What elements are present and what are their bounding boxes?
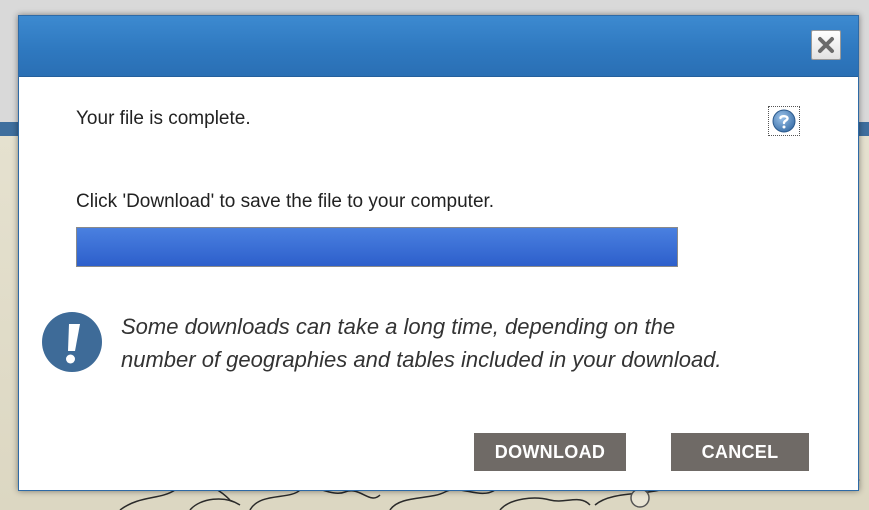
download-dialog: Your file is complete. Click 'Download' … [18, 15, 859, 491]
close-button[interactable] [811, 30, 841, 60]
cancel-button[interactable]: CANCEL [671, 433, 809, 471]
close-x-icon [818, 37, 834, 53]
progress-bar [76, 227, 678, 267]
status-message: Your file is complete. [76, 108, 251, 129]
download-button[interactable]: DOWNLOAD [474, 433, 626, 471]
dialog-titlebar [19, 16, 858, 77]
progress-bar-fill [77, 228, 677, 266]
question-mark-icon [772, 109, 796, 133]
download-time-notice: Some downloads can take a long time, dep… [121, 314, 722, 372]
download-instruction: Click 'Download' to save the file to you… [76, 191, 495, 212]
exclamation-icon [42, 312, 102, 372]
help-button[interactable] [768, 106, 800, 136]
